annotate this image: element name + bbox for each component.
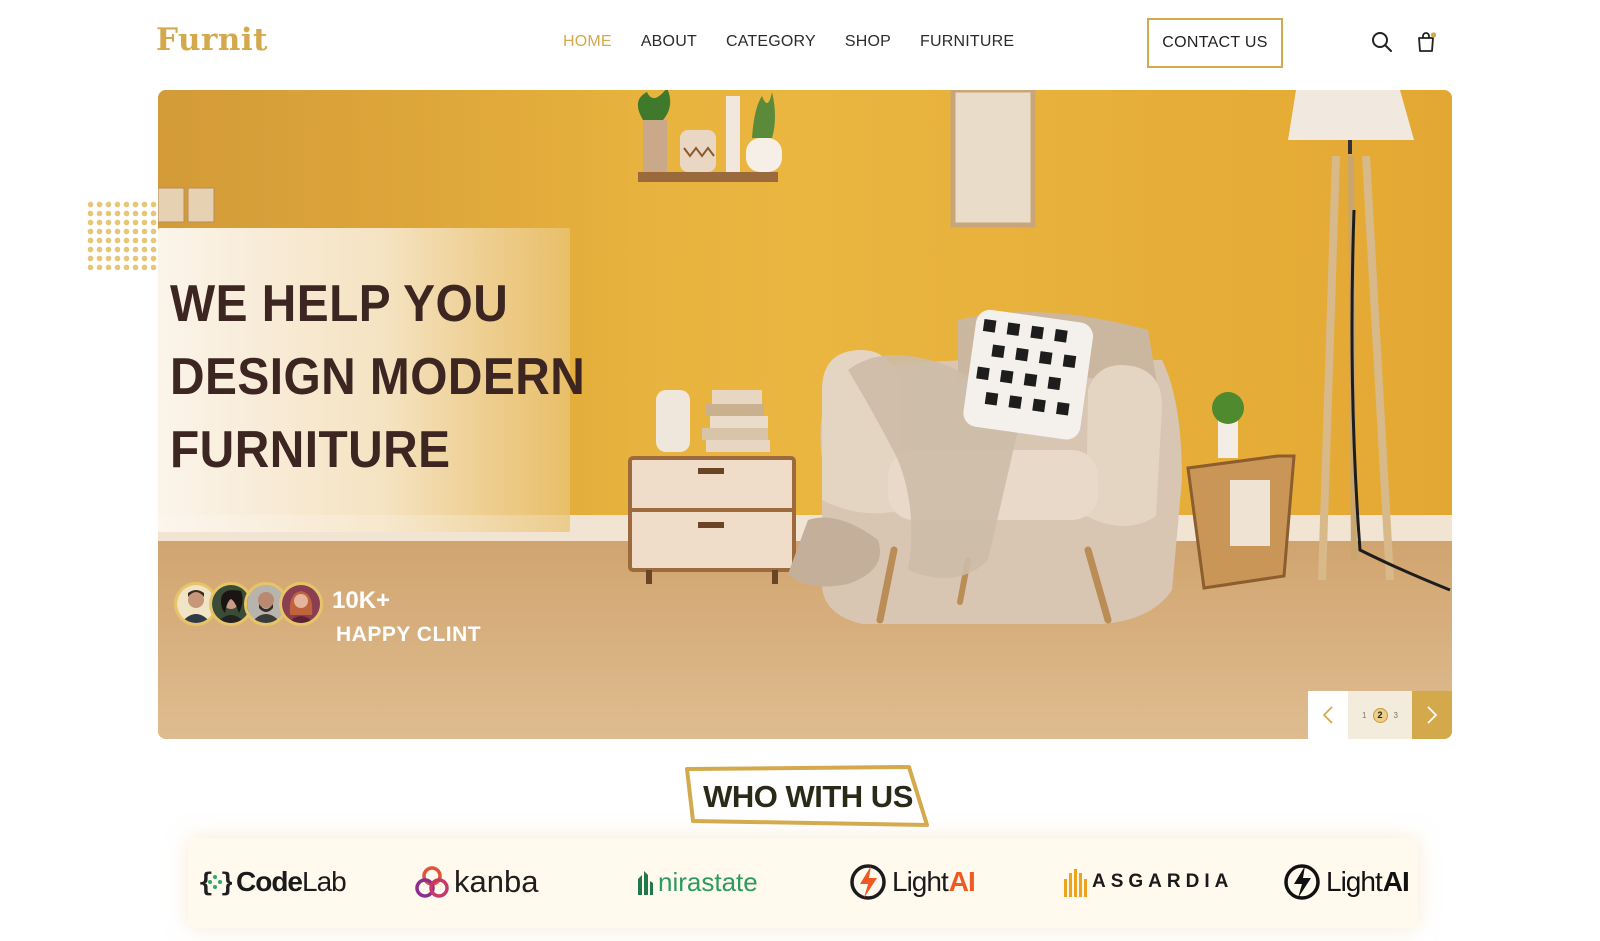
partner-logos-strip: { } CodeLab kanba nirastate LightAI ASGA… [188,838,1418,928]
headline-line-3: FURNITURE [170,421,451,479]
decorative-dots [86,200,158,270]
slider-dots: 1 2 3 [1348,691,1412,739]
site-header: Furnit HOME ABOUT CATEGORY SHOP FURNITUR… [0,0,1600,88]
headline-line-1: WE HELP YOU [170,275,509,333]
slider-prev-button[interactable] [1308,691,1348,739]
nav-item-shop[interactable]: SHOP [845,33,891,51]
nav-item-category[interactable]: CATEGORY [726,33,816,51]
lightai-1-text-b: AI [948,866,976,897]
slider-dot-1[interactable]: 1 [1362,711,1366,720]
headline-card: WE HELP YOU DESIGN MODERN FURNITURE [158,228,586,532]
slider-next-button[interactable] [1412,691,1452,739]
chevron-left-icon [1322,706,1333,724]
hero-headline: WE HELP YOU DESIGN MODERN FURNITURE [170,268,586,487]
partner-logo-nirastate[interactable]: nirastate [636,860,758,904]
avatar [279,582,323,626]
shopping-bag-icon[interactable] [1414,30,1438,54]
lightai-2-text-b: AI [1382,866,1410,897]
brand-logo[interactable]: Furnit [156,22,268,58]
codelab-icon: { } [198,868,232,897]
kanba-icon [415,866,449,898]
main-nav: HOME ABOUT CATEGORY SHOP FURNITURE [563,33,1014,51]
chevron-right-icon [1427,706,1438,724]
lightai-1-text-a: Light [892,866,949,897]
slider-pager: 1 2 3 [1308,691,1452,739]
asgardia-icon [1064,869,1087,897]
headline-line-2: DESIGN MODERN [170,348,586,406]
partner-logo-codelab[interactable]: { } CodeLab [198,860,347,904]
partner-logo-lightai-2[interactable]: Light AI [1282,860,1410,904]
customer-avatars [174,582,323,626]
contact-us-button[interactable]: CONTACT US [1147,18,1283,68]
lightai-icon [850,864,886,900]
nav-item-about[interactable]: ABOUT [641,33,697,51]
svg-text:}: } [220,868,232,897]
codelab-text-b: Lab [302,866,347,897]
slider-dot-3[interactable]: 3 [1394,711,1398,720]
kanba-text: kanba [454,864,539,899]
nav-item-home[interactable]: HOME [563,33,612,51]
partner-logo-kanba[interactable]: kanba [414,860,538,904]
happy-client-count: 10K+ [332,587,391,614]
nav-item-furniture[interactable]: FURNITURE [920,33,1014,51]
happy-client-label: HAPPY CLINT [336,623,482,646]
asgardia-text: ASGARDIA [1092,871,1234,892]
lightai-2-text-a: Light [1326,866,1383,897]
section-title: WHO WITH US [703,779,913,814]
partner-logo-lightai-1[interactable]: Light AI [848,860,976,904]
codelab-text-a: Code [236,866,303,897]
nirastate-icon [638,871,653,895]
nirastate-text: nirastate [658,866,758,897]
search-icon[interactable] [1370,30,1394,54]
slider-dot-2[interactable]: 2 [1372,707,1388,723]
hero-banner: WE HELP YOU DESIGN MODERN FURNITURE 10K+… [158,90,1452,739]
lightai-icon [1284,864,1320,900]
partner-logo-asgardia[interactable]: ASGARDIA [1064,860,1233,904]
